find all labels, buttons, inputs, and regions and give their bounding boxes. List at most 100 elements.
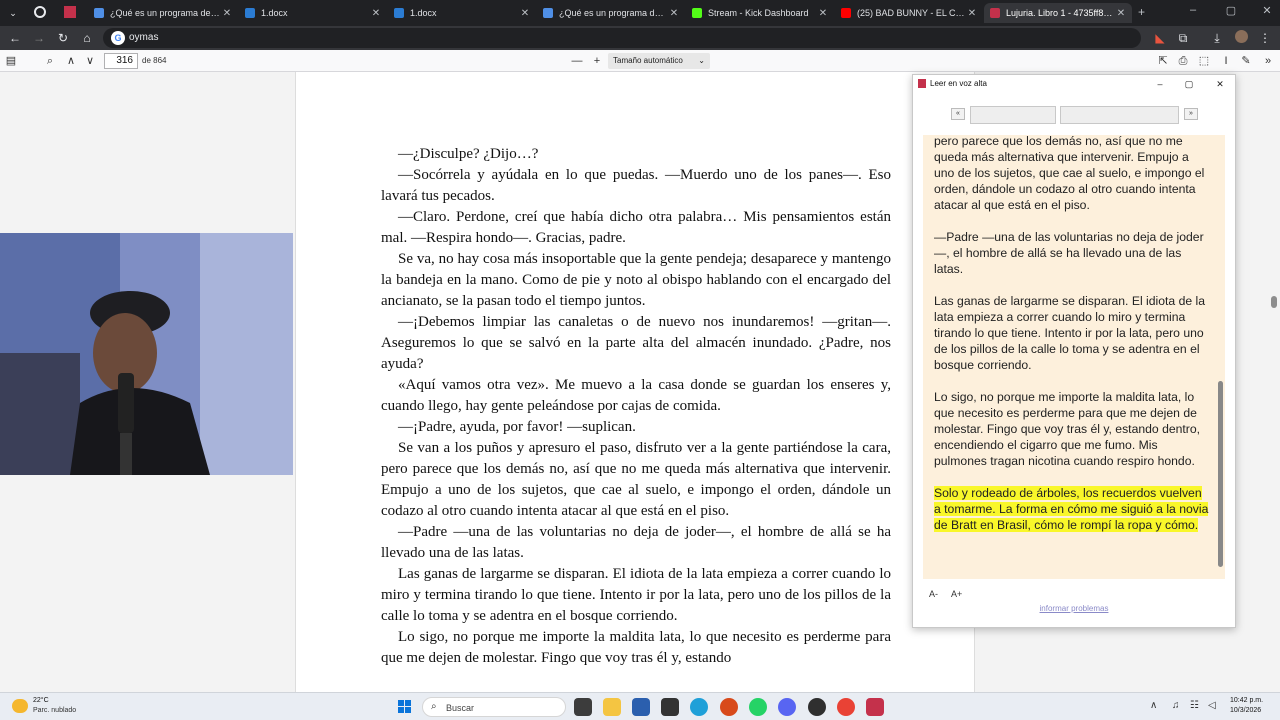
print-icon[interactable]: ⎙ [1175, 53, 1191, 69]
window-close-button[interactable]: ✕ [1258, 4, 1276, 17]
paragraph: —¡Padre, ayuda, por favor! —suplican. [398, 419, 636, 435]
close-button[interactable]: ✕ [1213, 77, 1227, 91]
edge-icon[interactable] [690, 698, 708, 716]
read-aloud-title: Leer en voz alta [930, 79, 987, 88]
paragraph: —Padre —una de las voluntarias no deja d… [381, 524, 891, 561]
close-icon[interactable]: ✕ [965, 8, 979, 19]
pdf-reader-icon[interactable] [866, 698, 884, 716]
minimize-button[interactable]: – [1153, 77, 1167, 91]
microphone-icon[interactable]: ♫ [1172, 700, 1180, 711]
tab-1[interactable]: ¿Qué es un programa de pre ✕ [88, 3, 238, 23]
text-cursor-icon[interactable]: I [1218, 53, 1234, 69]
google-icon: G [111, 31, 125, 45]
address-text[interactable]: oymas [129, 32, 158, 43]
page-number-input[interactable]: 316 [104, 53, 138, 69]
whatsapp-taskbar-icon[interactable] [749, 698, 767, 716]
home-icon[interactable]: ⌂ [79, 30, 95, 46]
maximize-button[interactable]: ▢ [1222, 4, 1240, 17]
tab-7-active[interactable]: Lujuria. Libro 1 - 4735ff84-a ✕ [984, 3, 1132, 23]
next-button[interactable]: » [1184, 108, 1198, 120]
weather-temp[interactable]: 22°C [33, 697, 49, 704]
chevron-down-icon[interactable]: ∨ [82, 53, 98, 69]
paragraph: Se van a los puños y apresuro el paso, d… [381, 440, 891, 519]
scroll-thumb[interactable] [1218, 381, 1223, 567]
play-pause-button[interactable] [970, 106, 1056, 124]
pdf-page: —¿Disculpe? ¿Dijo…? —Socórrela y ayúdala… [295, 72, 975, 692]
read-aloud-titlebar: Leer en voz alta – ▢ ✕ [913, 75, 1235, 93]
paragraph: Las ganas de largarme se disparan. El id… [381, 566, 891, 624]
extension-icon[interactable]: ◣ [1152, 30, 1168, 46]
voice-select[interactable] [1060, 106, 1179, 124]
store-icon[interactable] [632, 698, 650, 716]
docx-icon [245, 8, 255, 18]
close-icon[interactable]: ✕ [816, 8, 830, 19]
previous-button[interactable]: « [951, 108, 965, 120]
clock-time[interactable]: 10:42 p.m. [1230, 697, 1263, 704]
close-icon[interactable]: ✕ [369, 8, 383, 19]
kick-icon [692, 8, 702, 18]
app-icon[interactable] [661, 698, 679, 716]
tab-6[interactable]: (25) BAD BUNNY - EL CLÚB ✕ [835, 3, 983, 23]
close-icon[interactable]: ✕ [667, 8, 681, 19]
weather-icon[interactable] [12, 699, 28, 713]
tab-search-icon[interactable]: ⌄ [6, 6, 20, 20]
zoom-label: Tamaño automático [613, 56, 683, 65]
tab-4[interactable]: ¿Qué es un programa de pre ✕ [537, 3, 685, 23]
start-button[interactable] [398, 700, 412, 714]
font-bigger-button[interactable]: A+ [951, 589, 962, 599]
back-icon[interactable]: ← [7, 30, 23, 46]
font-smaller-button[interactable]: A- [929, 589, 938, 599]
more-tools-icon[interactable]: » [1260, 53, 1276, 69]
obs-icon[interactable] [808, 698, 826, 716]
read-aloud-panel: Leer en voz alta – ▢ ✕ « » pero parece q… [912, 74, 1236, 628]
weather-desc[interactable]: Parc. nublado [33, 707, 76, 714]
reader-scrollbar[interactable] [1216, 135, 1224, 579]
zoom-select[interactable]: Tamaño automático ⌄ [608, 53, 710, 69]
zoom-in-button[interactable]: + [589, 53, 605, 69]
menu-icon[interactable]: ⋮ [1257, 30, 1273, 46]
save-icon[interactable]: ⬚ [1196, 53, 1212, 69]
avatar[interactable] [1233, 30, 1249, 46]
close-icon[interactable]: ✕ [518, 8, 532, 19]
chevron-up-icon[interactable]: ∧ [1150, 700, 1157, 711]
highlighted-sentence: Solo y rodeado de árboles, los recuerdos… [934, 486, 1209, 532]
file-explorer-icon[interactable] [603, 698, 621, 716]
chrome-icon[interactable] [837, 698, 855, 716]
tab-3[interactable]: 1.docx ✕ [388, 3, 536, 23]
extensions-puzzle-icon[interactable]: ⧉ [1175, 30, 1191, 46]
close-icon[interactable]: ✕ [1114, 8, 1128, 19]
pinned-tab-icon[interactable] [64, 6, 76, 18]
maximize-button[interactable]: ▢ [1182, 77, 1196, 91]
firefox-icon[interactable] [720, 698, 738, 716]
task-view-icon[interactable] [574, 698, 592, 716]
network-icon[interactable]: ☷ [1190, 700, 1199, 711]
chevron-up-icon[interactable]: ∧ [63, 53, 79, 69]
whatsapp-icon[interactable] [34, 6, 46, 18]
pdf-icon [918, 79, 926, 88]
report-problems-link[interactable]: informar problemas [913, 604, 1235, 613]
reader-paragraph: —Padre —una de las voluntarias no deja d… [934, 230, 1204, 276]
document-scrollbar[interactable] [1271, 296, 1277, 308]
clock-date[interactable]: 10/3/2026 [1230, 707, 1261, 714]
read-aloud-text: pero parece que los demás no, así que no… [923, 135, 1225, 579]
minimize-button[interactable]: – [1184, 4, 1202, 16]
paragraph: Lo sigo, no porque me importe la maldita… [381, 629, 891, 666]
forward-icon[interactable]: → [31, 30, 47, 46]
search-icon[interactable]: ⌕ [42, 53, 58, 69]
reader-paragraph: Las ganas de largarme se disparan. El id… [934, 294, 1205, 372]
page-icon [94, 8, 104, 18]
draw-icon[interactable]: ✎ [1238, 53, 1254, 69]
taskbar-search[interactable]: ⌕ Buscar [422, 697, 566, 717]
volume-icon[interactable]: ◁ [1208, 700, 1216, 711]
tab-2[interactable]: 1.docx ✕ [239, 3, 387, 23]
new-tab-button[interactable]: + [1138, 5, 1145, 19]
address-bar[interactable]: G oymas [103, 28, 1141, 48]
open-external-icon[interactable]: ⇱ [1155, 53, 1171, 69]
sidebar-toggle-icon[interactable]: ▤ [3, 53, 19, 69]
discord-icon[interactable] [778, 698, 796, 716]
close-icon[interactable]: ✕ [220, 8, 234, 19]
reload-icon[interactable]: ↻ [55, 30, 71, 46]
download-icon[interactable]: ⤓ [1209, 30, 1225, 46]
tab-5[interactable]: Stream - Kick Dashboard ✕ [686, 3, 834, 23]
zoom-out-button[interactable]: — [569, 53, 585, 69]
